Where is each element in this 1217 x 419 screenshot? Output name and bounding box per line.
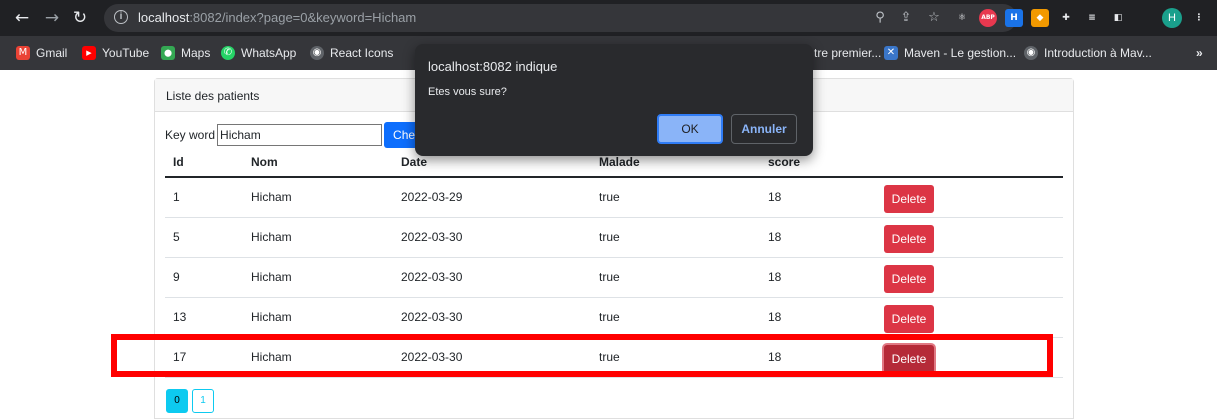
cell-nom: Hicham [243, 177, 393, 218]
reading-list-icon[interactable]: ≡ [1083, 9, 1101, 27]
cell-action: Delete [876, 217, 1063, 258]
cell-score: 18 [760, 177, 876, 218]
browser-toolbar: ← → ↻ i localhost:8082/index?page=0&keyw… [0, 0, 1217, 36]
profile-avatar[interactable]: H [1162, 8, 1182, 28]
cell-action: Delete [876, 177, 1063, 218]
column-header-nom: Nom [243, 147, 393, 178]
share-icon[interactable]: ⇪ [898, 10, 914, 26]
bookmark-tre-premier[interactable]: tre premier... [814, 36, 881, 70]
search-form: Key word Chercher [165, 122, 449, 148]
table-row: 9 Hicham 2022-03-30 true 18 Delete [165, 257, 1063, 298]
react-devtools-icon[interactable]: ⚛ [953, 9, 971, 27]
globe-icon: ◉ [1024, 46, 1038, 60]
youtube-icon: ▶ [82, 46, 96, 60]
forward-arrow-icon[interactable]: → [40, 6, 64, 30]
cell-score: 18 [760, 297, 876, 338]
dialog-message: Etes vous sure? [428, 86, 507, 98]
page-button-1[interactable]: 1 [192, 389, 214, 413]
extension-fox-icon[interactable]: ◆ [1031, 9, 1049, 27]
reload-icon[interactable]: ↻ [68, 6, 92, 30]
cell-nom: Hicham [243, 217, 393, 258]
table-row: 5 Hicham 2022-03-30 true 18 Delete [165, 217, 1063, 258]
adblock-icon[interactable]: ABP [979, 9, 997, 27]
delete-button[interactable]: Delete [884, 185, 934, 214]
cell-malade: true [591, 257, 760, 298]
cell-action: Delete [876, 297, 1063, 338]
more-bookmarks-button[interactable]: » [1196, 36, 1203, 70]
zoom-icon[interactable]: ⚲ [872, 10, 888, 26]
cell-score: 18 [760, 257, 876, 298]
bookmark-star-icon[interactable]: ☆ [926, 10, 942, 26]
highlight-box [111, 334, 1053, 377]
cell-id: 5 [165, 217, 243, 258]
delete-button[interactable]: Delete [884, 265, 934, 293]
gmail-icon: M [16, 46, 30, 60]
cell-date: 2022-03-30 [393, 297, 591, 338]
bookmark-maven[interactable]: ✕ Maven - Le gestion... [884, 36, 1016, 70]
page-button-0[interactable]: 0 [166, 389, 188, 413]
maps-icon: ⬤ [161, 46, 175, 60]
extension-h-icon[interactable]: H [1005, 9, 1023, 27]
bookmark-youtube[interactable]: ▶ YouTube [82, 36, 149, 70]
ok-button[interactable]: OK [657, 114, 723, 144]
menu-kebab-icon[interactable]: ⋮ [1190, 9, 1208, 27]
cell-malade: true [591, 177, 760, 218]
bookmark-whatsapp[interactable]: ✆ WhatsApp [221, 36, 296, 70]
keyword-input[interactable] [217, 124, 383, 146]
confirm-dialog: localhost:8082 indique Etes vous sure? O… [415, 44, 813, 156]
cell-id: 9 [165, 257, 243, 298]
extensions-puzzle-icon[interactable]: ✚ [1057, 9, 1075, 27]
globe-icon: ◉ [310, 46, 324, 60]
maven-icon: ✕ [884, 46, 898, 60]
whatsapp-icon: ✆ [221, 46, 235, 60]
bookmark-maps[interactable]: ⬤ Maps [161, 36, 210, 70]
delete-button[interactable]: Delete [884, 305, 934, 333]
cell-action: Delete [876, 257, 1063, 298]
cell-nom: Hicham [243, 257, 393, 298]
dialog-title: localhost:8082 indique [428, 59, 558, 74]
address-bar[interactable]: i localhost:8082/index?page=0&keyword=Hi… [104, 4, 1017, 32]
delete-button[interactable]: Delete [884, 225, 934, 253]
cell-nom: Hicham [243, 297, 393, 338]
bookmark-react-icons[interactable]: ◉ React Icons [310, 36, 393, 70]
bookmark-introduction-maven[interactable]: ◉ Introduction à Mav... [1024, 36, 1152, 70]
cell-date: 2022-03-30 [393, 217, 591, 258]
cancel-button[interactable]: Annuler [731, 114, 797, 144]
site-info-icon[interactable]: i [114, 10, 128, 24]
bookmark-gmail[interactable]: M Gmail [16, 36, 67, 70]
table-row: 13 Hicham 2022-03-30 true 18 Delete [165, 297, 1063, 338]
cell-date: 2022-03-29 [393, 177, 591, 218]
column-header-id: Id [165, 147, 243, 178]
cell-malade: true [591, 297, 760, 338]
keyword-label: Key word [165, 128, 216, 142]
cell-score: 18 [760, 217, 876, 258]
column-header-action [876, 147, 1063, 178]
cell-id: 13 [165, 297, 243, 338]
cell-malade: true [591, 217, 760, 258]
side-panel-icon[interactable]: ◧ [1109, 9, 1127, 27]
url-text[interactable]: localhost:8082/index?page=0&keyword=Hich… [138, 10, 416, 25]
cell-date: 2022-03-30 [393, 257, 591, 298]
back-arrow-icon[interactable]: ← [10, 6, 34, 30]
pagination: 0 1 [166, 389, 218, 413]
cell-id: 1 [165, 177, 243, 218]
table-row: 1 Hicham 2022-03-29 true 18 Delete [165, 177, 1063, 218]
